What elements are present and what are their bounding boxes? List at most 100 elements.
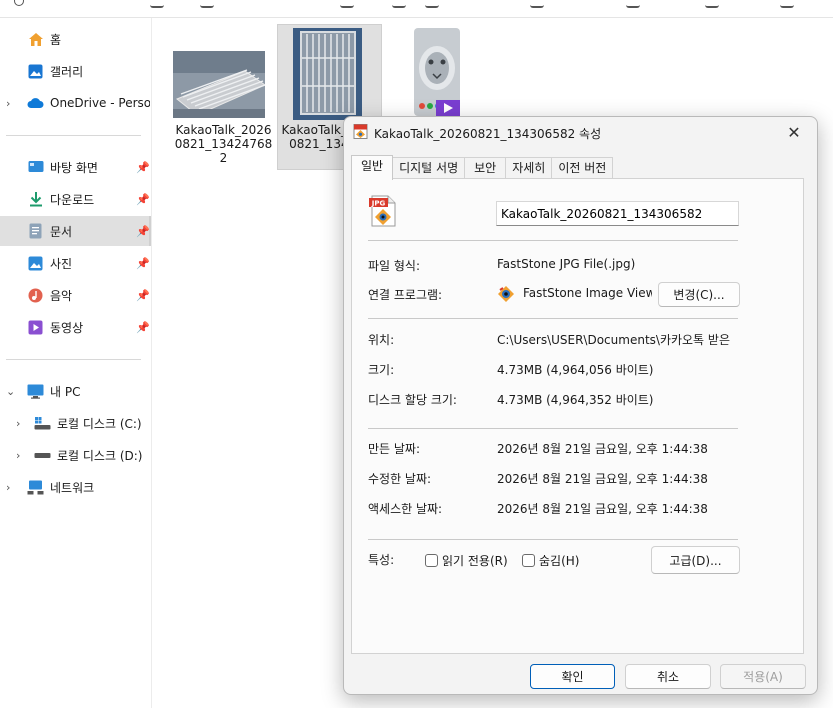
nav-item-pictures[interactable]: 사진 📌 [0, 248, 151, 278]
pin-icon[interactable]: 📌 [136, 225, 150, 238]
pin-icon[interactable]: 📌 [136, 321, 150, 334]
nav-item-gallery[interactable]: 갤러리 [0, 56, 151, 86]
dialog-title: KakaoTalk_20260821_134306582 속성 [374, 127, 602, 141]
toolbar [0, 0, 833, 18]
nav-item-this-pc[interactable]: ⌄ 내 PC [0, 376, 151, 406]
size-value: 4.73MB (4,964,056 바이트) [497, 363, 654, 377]
toolbar-button[interactable] [425, 0, 439, 8]
advanced-button[interactable]: 고급(D)... [651, 546, 740, 574]
nav-item-label: 로컬 디스크 (D:) [57, 448, 143, 463]
nav-item-label: 문서 [50, 224, 73, 239]
nav-item-videos[interactable]: 동영상 📌 [0, 312, 151, 342]
toolbar-button[interactable] [200, 0, 214, 8]
nav-item-drive-c[interactable]: › 로컬 디스크 (C:) [0, 408, 151, 438]
nav-item-music[interactable]: 음악 📌 [0, 280, 151, 310]
navigation-pane: 홈 갤러리 › OneDrive - Persona 바탕 화면 📌 다운로드 … [0, 18, 152, 708]
pin-icon[interactable]: 📌 [136, 193, 150, 206]
chevron-right-icon[interactable]: › [6, 481, 10, 494]
toolbar-button[interactable] [530, 0, 544, 8]
created-label: 만든 날짜: [368, 442, 421, 456]
hidden-checkbox[interactable]: 숨김(H) [522, 552, 579, 569]
nav-item-onedrive[interactable]: › OneDrive - Persona [0, 88, 151, 118]
pin-icon[interactable]: 📌 [136, 161, 150, 174]
chevron-right-icon[interactable]: › [6, 97, 10, 110]
nav-item-network[interactable]: › 네트워크 [0, 472, 151, 502]
modified-value: 2026년 8월 21일 금요일, 오후 1:44:38 [497, 472, 708, 486]
file-icon-label: JPG [371, 200, 386, 208]
change-program-button[interactable]: 변경(C)... [658, 282, 740, 307]
pin-icon[interactable]: 📌 [136, 289, 150, 302]
divider [368, 539, 738, 540]
nav-item-label: 네트워크 [50, 480, 95, 495]
disk-size-label: 디스크 할당 크기: [368, 393, 457, 407]
dialog-titlebar[interactable]: KakaoTalk_20260821_134306582 속성 ✕ [344, 117, 817, 147]
nav-item-drive-d[interactable]: › 로컬 디스크 (D:) [0, 440, 151, 470]
checkbox-box[interactable] [522, 554, 535, 567]
tab-general[interactable]: 일반 [351, 155, 394, 180]
image-thumbnail [173, 51, 265, 118]
pin-icon[interactable]: 📌 [136, 257, 150, 270]
pc-icon [27, 383, 44, 400]
nav-item-label: 내 PC [50, 384, 81, 399]
cancel-button[interactable]: 취소 [625, 664, 711, 689]
apply-button[interactable]: 적용(A) [720, 664, 806, 689]
toolbar-button[interactable] [150, 0, 164, 8]
toolbar-button[interactable] [626, 0, 640, 8]
file-name: KakaoTalk_20260821_134247682 [174, 123, 273, 165]
open-with-value: FastStone Image Viewer [523, 286, 652, 300]
nav-item-label: 바탕 화면 [50, 160, 98, 175]
tab-details[interactable]: 자세히 [505, 157, 553, 179]
chevron-right-icon[interactable]: › [16, 449, 20, 462]
jpg-file-icon [353, 124, 368, 139]
tab-security[interactable]: 보안 [464, 157, 507, 179]
filename-input[interactable] [496, 201, 739, 226]
drive-d-icon [34, 447, 51, 464]
music-icon [27, 287, 44, 304]
toolbar-button[interactable] [705, 0, 719, 8]
nav-item-documents[interactable]: 문서 📌 [0, 216, 151, 246]
readonly-checkbox[interactable]: 읽기 전용(R) [425, 552, 508, 569]
chevron-right-icon[interactable]: › [16, 417, 20, 430]
chevron-down-icon[interactable]: ⌄ [6, 385, 15, 398]
attributes-label: 특성: [368, 553, 395, 567]
network-icon [27, 479, 44, 496]
tab-previous-versions[interactable]: 이전 버전 [551, 157, 614, 179]
toolbar-button[interactable] [780, 0, 794, 8]
accessed-value: 2026년 8월 21일 금요일, 오후 1:44:38 [497, 502, 708, 516]
toolbar-button[interactable] [340, 0, 354, 8]
nav-item-desktop[interactable]: 바탕 화면 📌 [0, 152, 151, 182]
toolbar-button[interactable] [392, 0, 406, 8]
faststone-icon [497, 285, 515, 303]
checkbox-box[interactable] [425, 554, 438, 567]
nav-item-label: 로컬 디스크 (C:) [57, 416, 142, 431]
created-value: 2026년 8월 21일 금요일, 오후 1:44:38 [497, 442, 708, 456]
divider [368, 428, 738, 429]
readonly-label: 읽기 전용(R) [442, 554, 508, 568]
location-value: C:\Users\USER\Documents\카카오톡 받은 [497, 333, 730, 347]
nav-item-label: 갤러리 [50, 64, 84, 79]
cloud-icon [27, 95, 44, 112]
disk-size-value: 4.73MB (4,964,352 바이트) [497, 393, 654, 407]
nav-item-downloads[interactable]: 다운로드 📌 [0, 184, 151, 214]
properties-dialog: KakaoTalk_20260821_134306582 속성 ✕ 일반 디지털… [343, 116, 818, 695]
close-button[interactable]: ✕ [771, 117, 817, 147]
accessed-label: 액세스한 날짜: [368, 502, 443, 516]
tab-digital-signature[interactable]: 디지털 서명 [392, 157, 466, 179]
hidden-label: 숨김(H) [539, 554, 580, 568]
size-label: 크기: [368, 363, 395, 377]
divider [368, 240, 738, 241]
desktop-icon [27, 159, 44, 176]
download-icon [27, 191, 44, 208]
nav-item-home[interactable]: 홈 [0, 24, 151, 54]
file-item[interactable]: KakaoTalk_20260821_134247682 [171, 25, 276, 171]
pictures-icon [27, 255, 44, 272]
nav-divider [6, 135, 141, 136]
location-label: 위치: [368, 333, 395, 347]
ok-button[interactable]: 확인 [530, 664, 615, 689]
toolbar-button[interactable] [14, 0, 24, 6]
drive-c-icon [34, 415, 51, 432]
nav-item-label: 홈 [50, 32, 62, 47]
gallery-icon [27, 63, 44, 80]
image-thumbnail [293, 28, 362, 120]
image-thumbnail[interactable] [414, 28, 460, 116]
